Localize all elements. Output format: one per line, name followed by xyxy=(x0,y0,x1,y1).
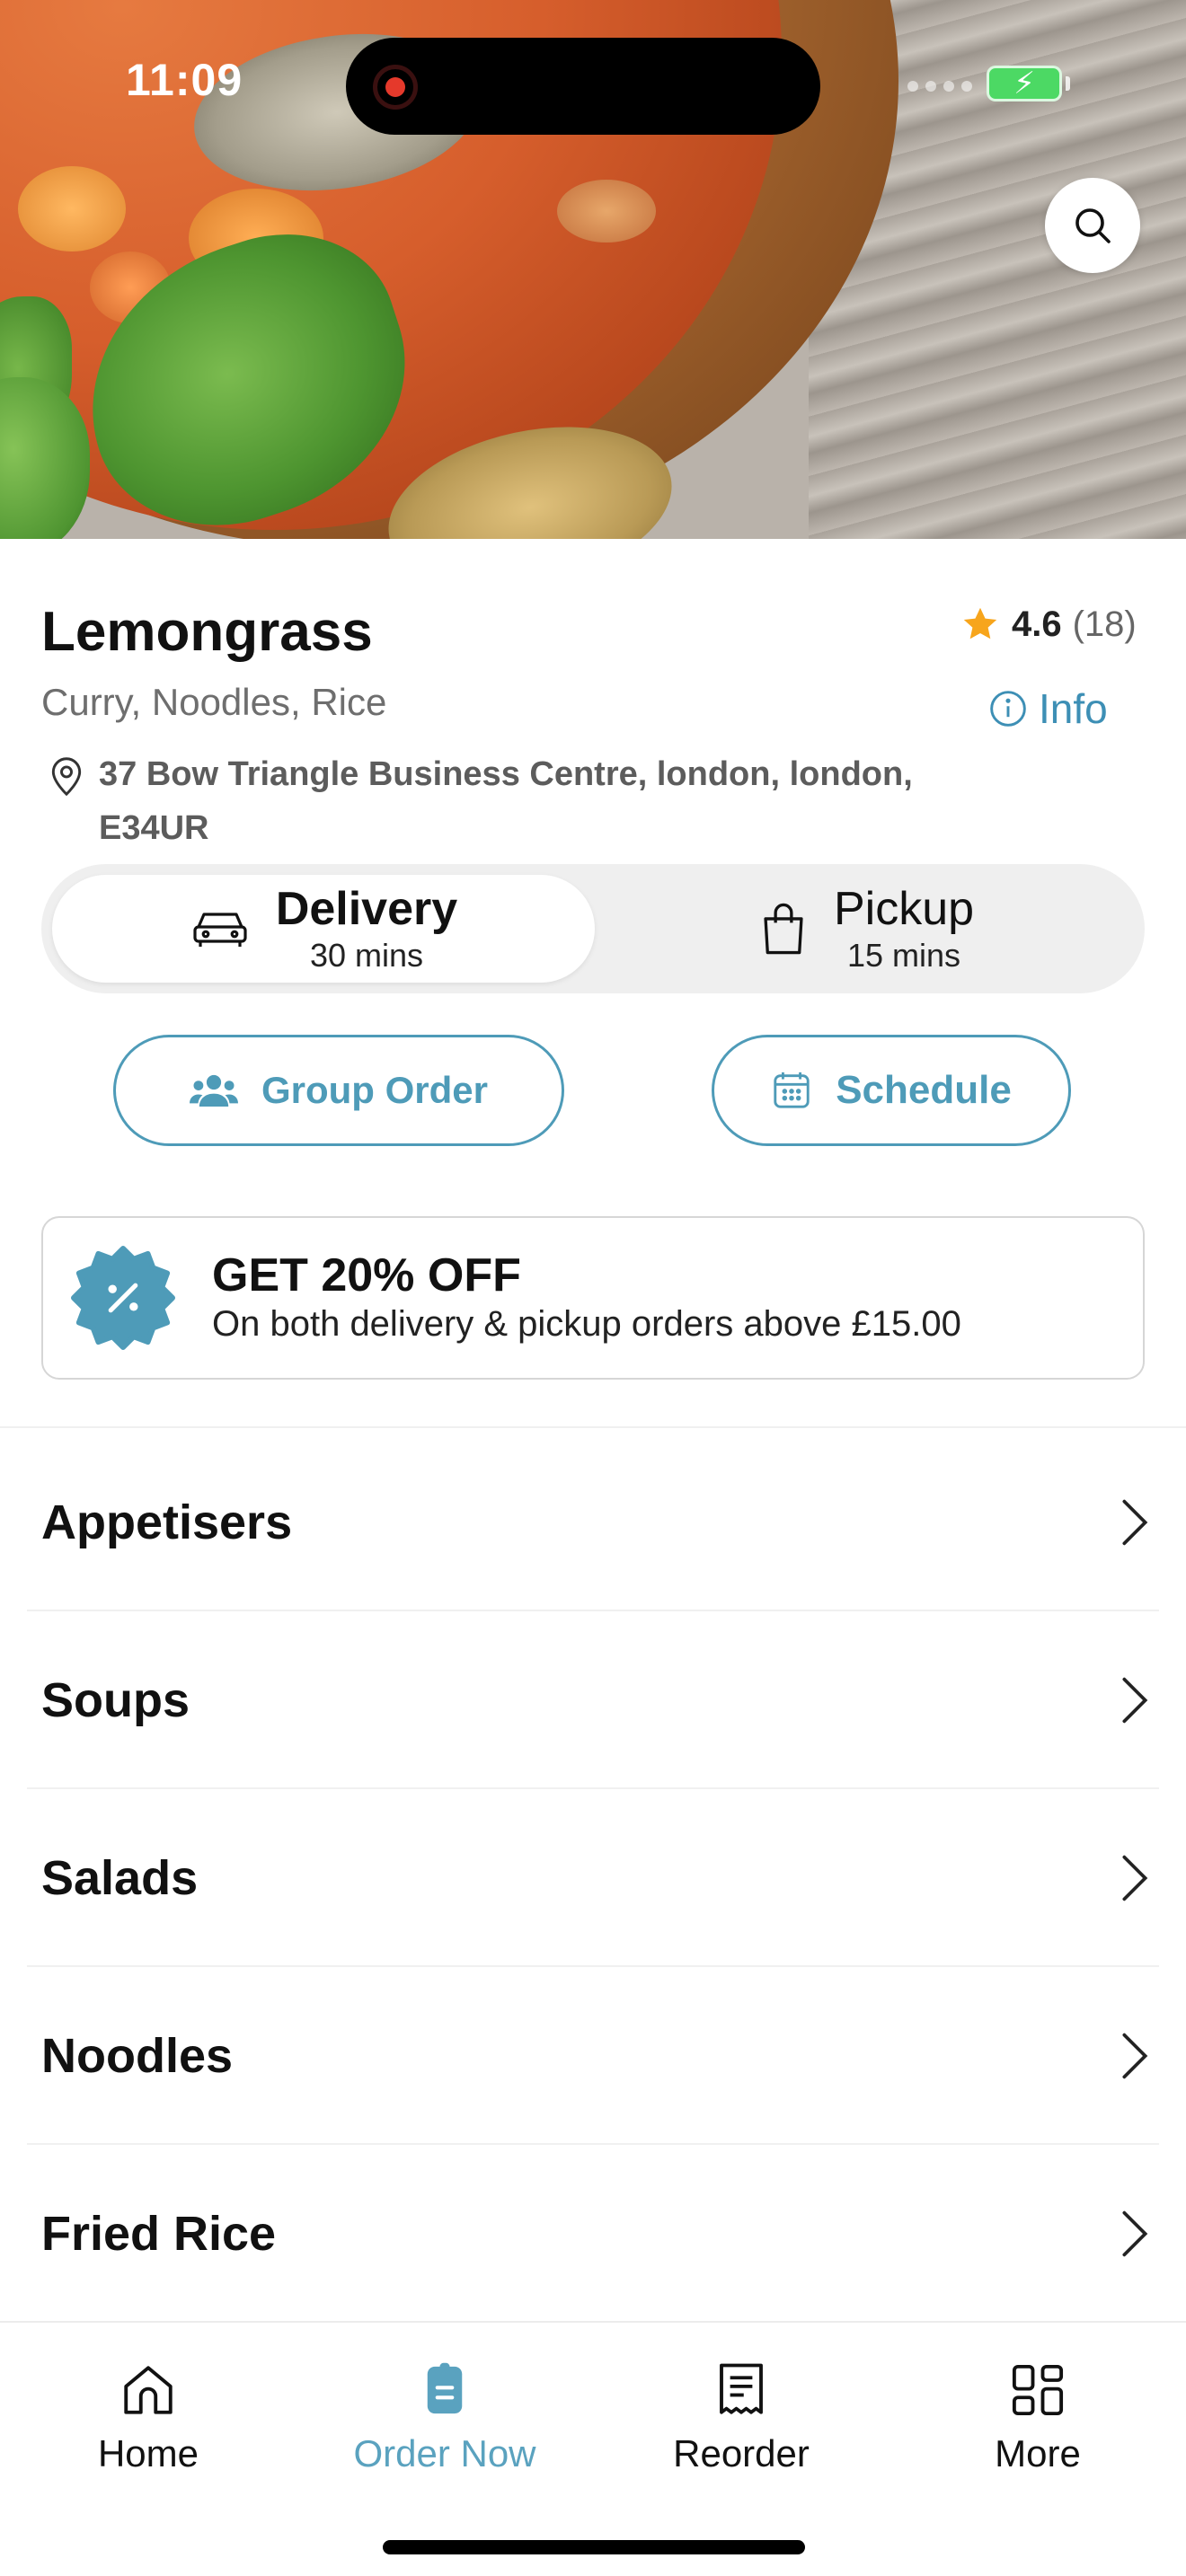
category-label: Fried Rice xyxy=(41,2207,277,2261)
category-noodles[interactable]: Noodles xyxy=(27,1969,1159,2145)
divider xyxy=(0,1426,1186,1428)
delivery-time: 30 mins xyxy=(309,937,424,974)
group-order-label: Group Order xyxy=(261,1069,489,1111)
category-soups[interactable]: Soups xyxy=(27,1613,1159,1789)
nav-label: Reorder xyxy=(673,2432,810,2475)
vegetable-piece xyxy=(18,166,126,251)
promo-banner[interactable]: GET 20% OFF On both delivery & pickup or… xyxy=(41,1216,1145,1380)
rating-value: 4.6 xyxy=(1012,604,1062,644)
category-salads[interactable]: Salads xyxy=(27,1791,1159,1967)
order-icon xyxy=(427,2362,463,2414)
nav-order-now[interactable]: Order Now xyxy=(319,2360,571,2475)
info-label: Info xyxy=(1039,685,1108,732)
cuisine-list: Curry, Noodles, Rice xyxy=(41,681,387,723)
category-label: Appetisers xyxy=(41,1495,293,1549)
nav-label: Home xyxy=(97,2432,199,2475)
home-indicator xyxy=(383,2540,805,2554)
info-icon xyxy=(990,691,1026,727)
bottom-nav: Home Order Now Reorder More xyxy=(0,2321,1186,2576)
chevron-right-icon xyxy=(1122,2210,1148,2257)
chevron-right-icon xyxy=(1122,1499,1148,1546)
category-label: Soups xyxy=(41,1673,190,1727)
discount-badge-icon xyxy=(70,1245,176,1351)
car-icon xyxy=(193,913,247,947)
order-mode-toggle: Delivery 30 mins Pickup 15 mins xyxy=(41,864,1145,993)
category-fried-rice[interactable]: Fried Rice xyxy=(27,2147,1159,2323)
calendar-icon xyxy=(774,1072,810,1108)
status-time: 11:09 xyxy=(126,55,243,105)
category-appetisers[interactable]: Appetisers xyxy=(27,1435,1159,1611)
schedule-button[interactable]: Schedule xyxy=(712,1035,1071,1146)
info-link[interactable]: Info xyxy=(988,684,1108,733)
rating: 4.6 (18) xyxy=(960,604,1137,645)
home-icon xyxy=(124,2366,173,2414)
search-button[interactable] xyxy=(1045,178,1140,273)
nav-home[interactable]: Home xyxy=(22,2360,274,2475)
chevron-right-icon xyxy=(1122,1855,1148,1901)
delivery-label: Delivery xyxy=(275,883,458,935)
category-label: Noodles xyxy=(41,2029,234,2083)
chevron-right-icon xyxy=(1122,1677,1148,1724)
signal-icon xyxy=(907,81,972,92)
address: 37 Bow Triangle Business Centre, london,… xyxy=(47,747,945,855)
restaurant-name: Lemongrass xyxy=(41,601,373,663)
nav-reorder[interactable]: Reorder xyxy=(615,2360,867,2475)
grid-icon xyxy=(1012,2364,1064,2416)
location-pin-icon xyxy=(51,757,82,797)
nav-label: Order Now xyxy=(353,2432,536,2475)
pickup-option[interactable]: Pickup 15 mins xyxy=(595,875,1137,983)
star-icon xyxy=(963,607,997,640)
schedule-label: Schedule xyxy=(836,1068,1012,1112)
nav-more[interactable]: More xyxy=(912,2360,1164,2475)
rating-count: (18) xyxy=(1072,604,1137,644)
hero-image: 11:09 ⚡ xyxy=(0,0,1186,539)
recording-icon xyxy=(373,65,418,110)
group-order-button[interactable]: Group Order xyxy=(113,1035,564,1146)
search-icon xyxy=(1075,208,1111,243)
promo-title: GET 20% OFF xyxy=(212,1249,521,1301)
address-text: 37 Bow Triangle Business Centre, london,… xyxy=(99,755,913,847)
shopping-bag-icon xyxy=(764,903,803,955)
nav-label: More xyxy=(995,2432,1081,2475)
category-label: Salads xyxy=(41,1851,199,1905)
dynamic-island xyxy=(346,38,820,135)
receipt-icon xyxy=(720,2363,763,2414)
vegetable-piece xyxy=(557,180,656,243)
battery-icon: ⚡ xyxy=(987,66,1062,101)
group-icon xyxy=(189,1074,238,1107)
chevron-right-icon xyxy=(1122,2033,1148,2079)
battery-tip xyxy=(1066,76,1070,91)
pickup-label: Pickup xyxy=(833,883,975,935)
pickup-time: 15 mins xyxy=(846,937,961,974)
delivery-option[interactable]: Delivery 30 mins xyxy=(52,875,595,983)
promo-subtitle: On both delivery & pickup orders above £… xyxy=(212,1304,961,1344)
